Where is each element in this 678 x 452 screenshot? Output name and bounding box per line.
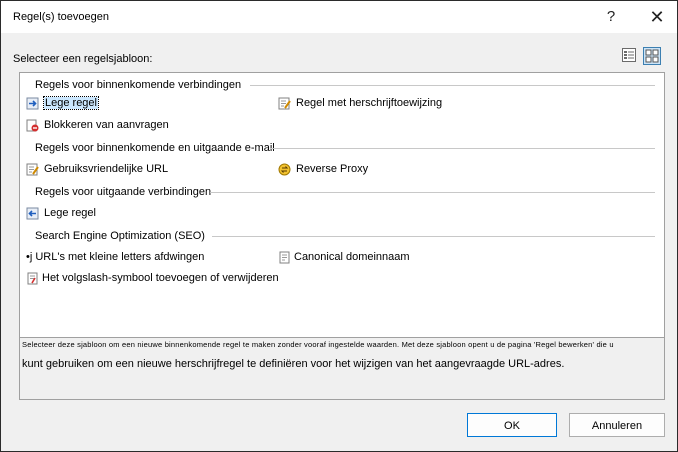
group-divider [250,85,655,86]
block-requests-icon [26,119,39,132]
template-item-label: Lege regel [43,96,99,110]
details-view-icon [622,48,636,62]
ok-button[interactable]: OK [467,413,557,437]
reverse-proxy-icon [278,163,291,176]
outbound-blank-rule-icon [26,207,39,220]
cancel-button[interactable]: Annuleren [569,413,665,437]
friendly-url-icon [26,163,39,176]
rewrite-map-icon [278,97,291,110]
template-description-panel: Selecteer deze sjabloon om een nieuwe bi… [19,337,665,400]
close-button[interactable]: ✕ [637,3,677,31]
blank-rule-icon [26,97,39,110]
template-item-label: •j URL's met kleine letters afdwingen [26,251,205,263]
template-item-label: Regel met herschrijftoewijzing [296,97,443,109]
template-item-label: Canonical domeinnaam [294,251,410,263]
template-item-label: Reverse Proxy [296,163,369,175]
help-button[interactable]: ? [591,3,631,31]
template-prompt-label: Selecteer een regelsjabloon: [13,53,153,65]
group-divider [212,236,655,237]
dialog-title: Regel(s) toevoegen [13,11,110,23]
rule-template-list[interactable]: Regels voor binnenkomende verbindingen L… [19,72,665,339]
description-text-line-1: Selecteer deze sjabloon om een nieuwe bi… [22,340,614,349]
template-item-label: Het volgslash-symbool toevoegen of verwi… [42,272,279,284]
description-text-line-2: kunt gebruiken om een nieuwe herschrijfr… [22,358,565,370]
tiles-view-icon [645,49,659,63]
group-header-inbound: Regels voor binnenkomende verbindingen [35,79,242,91]
add-rules-dialog: Regel(s) toevoegen ? ✕ Selecteer een reg… [0,0,678,452]
group-header-outbound: Regels voor uitgaande verbindingen [35,186,212,198]
group-header-seo: Search Engine Optimization (SEO) [35,230,205,242]
tiles-view-button[interactable] [643,47,661,65]
template-item-label: Lege regel [44,207,96,219]
group-divider [210,192,655,193]
trailing-slash-icon [27,272,38,285]
title-bar: Regel(s) toevoegen ? ✕ [1,1,677,33]
canonical-domain-icon [279,251,290,264]
template-item-label: Gebruiksvriendelijke URL [44,163,169,175]
group-divider [270,148,655,149]
details-view-button[interactable] [621,47,639,65]
template-item-label: Blokkeren van aanvragen [44,119,169,131]
group-header-inbound-outbound: Regels voor binnenkomende en uitgaande e… [35,142,275,154]
